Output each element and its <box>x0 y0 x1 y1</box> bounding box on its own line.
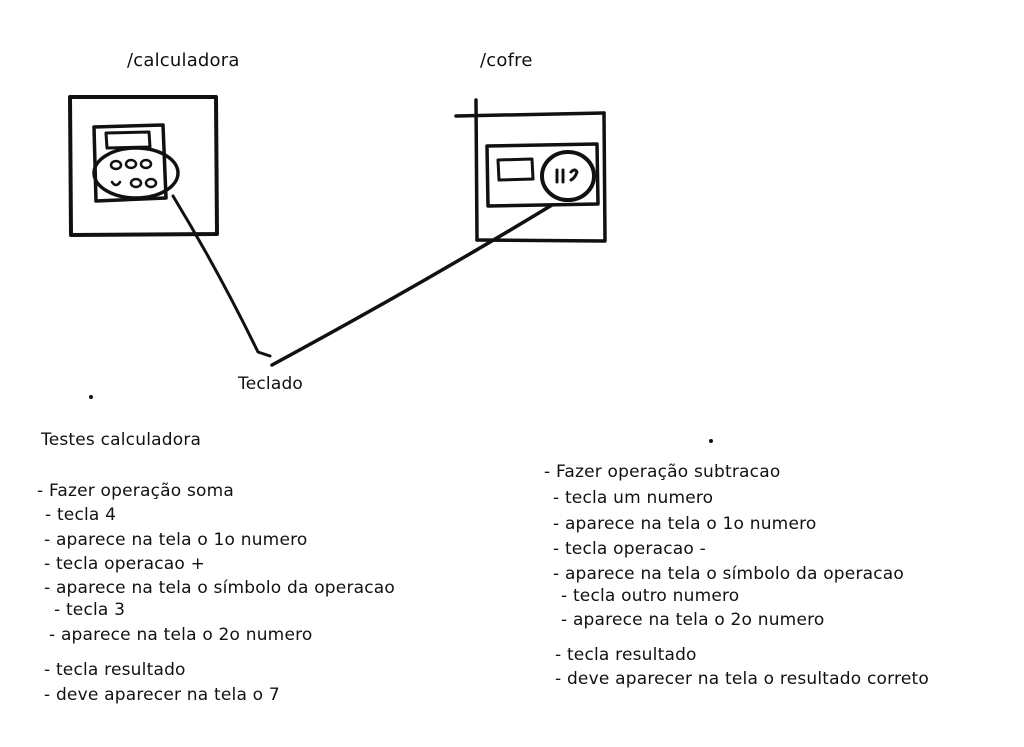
keyboard-connector-lines <box>171 194 554 367</box>
stray-dot-left <box>89 395 93 399</box>
safe-device-icon <box>485 142 600 208</box>
calculadora-screen-frame <box>68 95 219 237</box>
list-item: - Fazer operação soma <box>37 481 235 501</box>
list-item: - Fazer operação subtracao <box>544 462 781 482</box>
keyboard-label: Teclado <box>238 374 304 394</box>
list-item: - aparece na tela o 2o numero <box>561 610 825 630</box>
list-item: - tecla resultado <box>44 660 186 680</box>
cofre-route-label: /cofre <box>480 50 533 71</box>
whiteboard-canvas: /calculadora /cofre Teclado Testes calcu… <box>0 0 1024 747</box>
list-item: - deve aparecer na tela o resultado corr… <box>555 669 929 689</box>
list-item: - tecla operacao + <box>44 554 206 574</box>
stray-dot-right <box>709 439 713 443</box>
list-item: - aparece na tela o símbolo da operacao <box>553 564 905 584</box>
calculadora-route-label: /calculadora <box>127 50 240 71</box>
list-item: - tecla 4 <box>45 505 117 525</box>
list-item: - deve aparecer na tela o 7 <box>44 685 280 705</box>
list-item: - aparece na tela o 1o numero <box>44 530 308 550</box>
list-item: - tecla resultado <box>555 645 697 665</box>
list-item: - aparece na tela o 2o numero <box>49 625 313 645</box>
tests-left-heading: Testes calculadora <box>41 430 202 450</box>
calculator-device-icon <box>92 123 180 203</box>
list-item: - tecla um numero <box>553 488 714 508</box>
list-item: - aparece na tela o símbolo da operacao <box>44 578 396 598</box>
list-item: - tecla operacao - <box>553 539 706 559</box>
list-item: - tecla 3 <box>54 600 126 620</box>
list-item: - tecla outro numero <box>561 586 740 606</box>
list-item: - aparece na tela o 1o numero <box>553 514 817 534</box>
